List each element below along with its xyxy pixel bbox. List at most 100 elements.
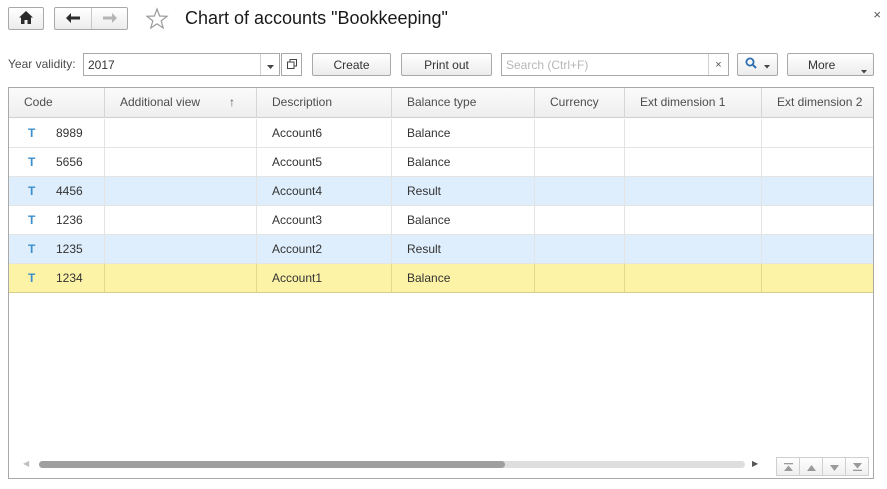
- column-header-code[interactable]: Code: [9, 88, 105, 118]
- home-button[interactable]: [8, 7, 44, 30]
- column-header-balance-type[interactable]: Balance type: [392, 88, 535, 118]
- search-input[interactable]: Search (Ctrl+F) ×: [501, 53, 729, 76]
- cell-currency[interactable]: [535, 206, 625, 234]
- more-button[interactable]: More: [787, 53, 874, 76]
- table-row[interactable]: T 1234 Account1 Balance: [9, 264, 873, 293]
- go-down-button[interactable]: [822, 457, 846, 476]
- cell-code[interactable]: T 5656: [9, 148, 105, 176]
- print-out-button[interactable]: Print out: [401, 53, 492, 76]
- star-icon: [145, 7, 169, 34]
- cell-currency[interactable]: [535, 148, 625, 176]
- table-row[interactable]: T 4456 Account4 Result: [9, 177, 873, 206]
- cell-code[interactable]: T 4456: [9, 177, 105, 205]
- table-row[interactable]: T 1236 Account3 Balance: [9, 206, 873, 235]
- cell-balance-type[interactable]: Balance: [392, 119, 535, 147]
- T-account-icon: T: [28, 184, 36, 198]
- T-account-icon: T: [28, 126, 36, 140]
- cell-additional-view[interactable]: [105, 235, 257, 263]
- cell-ext-dimension-1[interactable]: [625, 206, 762, 234]
- row-navigation-buttons: [776, 457, 873, 477]
- accounts-table[interactable]: Code Additional view ↑ Description Balan…: [8, 87, 874, 479]
- cell-ext-dimension-2[interactable]: [762, 119, 873, 147]
- home-icon: [19, 10, 33, 27]
- cell-ext-dimension-1[interactable]: [625, 235, 762, 263]
- command-bar: Year validity: 2017 Create Print out Sea…: [0, 50, 887, 78]
- search-icon: [745, 57, 757, 72]
- year-validity-field[interactable]: 2017: [83, 53, 280, 76]
- cell-description[interactable]: Account2: [257, 235, 392, 263]
- T-account-icon: T: [28, 155, 36, 169]
- create-button[interactable]: Create: [312, 53, 391, 76]
- cell-ext-dimension-2[interactable]: [762, 264, 873, 292]
- scroll-left-icon[interactable]: ◀: [23, 459, 29, 468]
- close-icon[interactable]: ×: [873, 7, 881, 22]
- cell-description[interactable]: Account3: [257, 206, 392, 234]
- cell-currency[interactable]: [535, 119, 625, 147]
- account-code: 1234: [56, 271, 83, 285]
- account-code: 1236: [56, 213, 83, 227]
- cell-additional-view[interactable]: [105, 148, 257, 176]
- cell-ext-dimension-1[interactable]: [625, 119, 762, 147]
- go-up-button[interactable]: [799, 457, 823, 476]
- cell-balance-type[interactable]: Balance: [392, 206, 535, 234]
- open-year-button[interactable]: [281, 53, 302, 76]
- table-row[interactable]: T 8989 Account6 Balance: [9, 119, 873, 148]
- column-header-additional-view[interactable]: Additional view ↑: [105, 88, 257, 118]
- T-account-icon: T: [28, 271, 36, 285]
- cell-ext-dimension-2[interactable]: [762, 235, 873, 263]
- account-code: 1235: [56, 242, 83, 256]
- go-to-first-button[interactable]: [776, 457, 800, 476]
- cell-balance-type[interactable]: Balance: [392, 148, 535, 176]
- cell-ext-dimension-2[interactable]: [762, 148, 873, 176]
- cell-code[interactable]: T 1236: [9, 206, 105, 234]
- column-header-currency[interactable]: Currency: [535, 88, 625, 118]
- column-header-ext-dimension-2[interactable]: Ext dimension 2: [762, 88, 873, 118]
- last-record-icon: [852, 460, 862, 474]
- cell-description[interactable]: Account1: [257, 264, 392, 292]
- cell-code[interactable]: T 8989: [9, 119, 105, 147]
- cell-balance-type[interactable]: Balance: [392, 264, 535, 292]
- cell-currency[interactable]: [535, 264, 625, 292]
- year-validity-value[interactable]: 2017: [84, 58, 260, 72]
- add-to-favorites-button[interactable]: [145, 7, 169, 31]
- cell-currency[interactable]: [535, 177, 625, 205]
- column-header-ext-dimension-1[interactable]: Ext dimension 1: [625, 88, 762, 118]
- chevron-down-icon: [829, 460, 839, 474]
- cell-ext-dimension-1[interactable]: [625, 264, 762, 292]
- go-to-last-button[interactable]: [845, 457, 869, 476]
- cell-ext-dimension-2[interactable]: [762, 206, 873, 234]
- chevron-down-icon: [266, 58, 274, 72]
- cell-code[interactable]: T 1234: [9, 264, 105, 292]
- search-button[interactable]: [737, 53, 778, 76]
- year-dropdown-button[interactable]: [260, 54, 279, 75]
- cell-currency[interactable]: [535, 235, 625, 263]
- cell-balance-type[interactable]: Result: [392, 177, 535, 205]
- cell-code[interactable]: T 1235: [9, 235, 105, 263]
- table-header: Code Additional view ↑ Description Balan…: [9, 88, 873, 118]
- cell-ext-dimension-1[interactable]: [625, 177, 762, 205]
- chevron-down-icon: [861, 63, 867, 77]
- cell-ext-dimension-1[interactable]: [625, 148, 762, 176]
- table-row[interactable]: T 5656 Account5 Balance: [9, 148, 873, 177]
- cell-ext-dimension-2[interactable]: [762, 177, 873, 205]
- more-label: More: [808, 57, 836, 72]
- scrollbar-thumb[interactable]: [39, 461, 505, 468]
- clear-search-button[interactable]: ×: [708, 54, 728, 75]
- table-row[interactable]: T 1235 Account2 Result: [9, 235, 873, 264]
- cell-description[interactable]: Account4: [257, 177, 392, 205]
- forward-button[interactable]: [91, 8, 127, 29]
- cell-additional-view[interactable]: [105, 177, 257, 205]
- account-code: 8989: [56, 126, 83, 140]
- column-header-description[interactable]: Description: [257, 88, 392, 118]
- cell-description[interactable]: Account6: [257, 119, 392, 147]
- cell-additional-view[interactable]: [105, 119, 257, 147]
- back-button[interactable]: [55, 8, 91, 29]
- search-placeholder[interactable]: Search (Ctrl+F): [502, 58, 708, 72]
- horizontal-scrollbar[interactable]: ◀ ▶: [17, 458, 758, 470]
- cell-description[interactable]: Account5: [257, 148, 392, 176]
- cell-additional-view[interactable]: [105, 264, 257, 292]
- account-code: 4456: [56, 184, 83, 198]
- cell-balance-type[interactable]: Result: [392, 235, 535, 263]
- cell-additional-view[interactable]: [105, 206, 257, 234]
- scroll-right-icon[interactable]: ▶: [752, 459, 758, 468]
